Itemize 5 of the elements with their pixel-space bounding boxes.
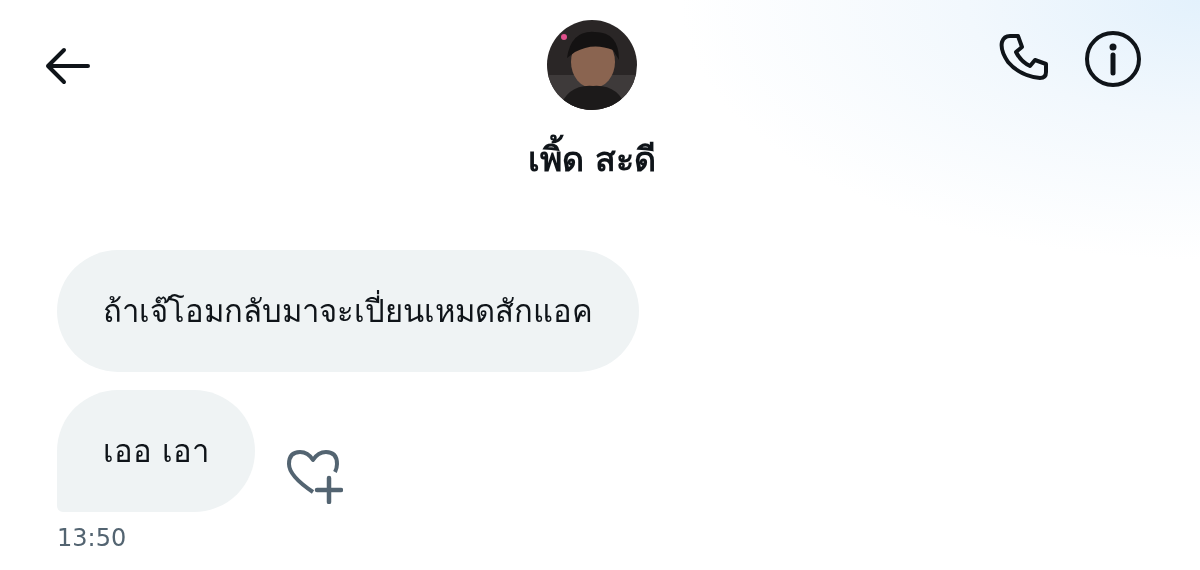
timestamp: 13:50 — [57, 524, 128, 552]
contact-name: เพิ้ด สะดี — [527, 132, 657, 186]
message-bubble: ถ้าเจ๊โอมกลับมาจะเปี่ยนเหมดสักแอค — [57, 250, 639, 372]
info-icon[interactable] — [1084, 30, 1142, 88]
message-bubble: เออ เอา — [57, 390, 255, 512]
